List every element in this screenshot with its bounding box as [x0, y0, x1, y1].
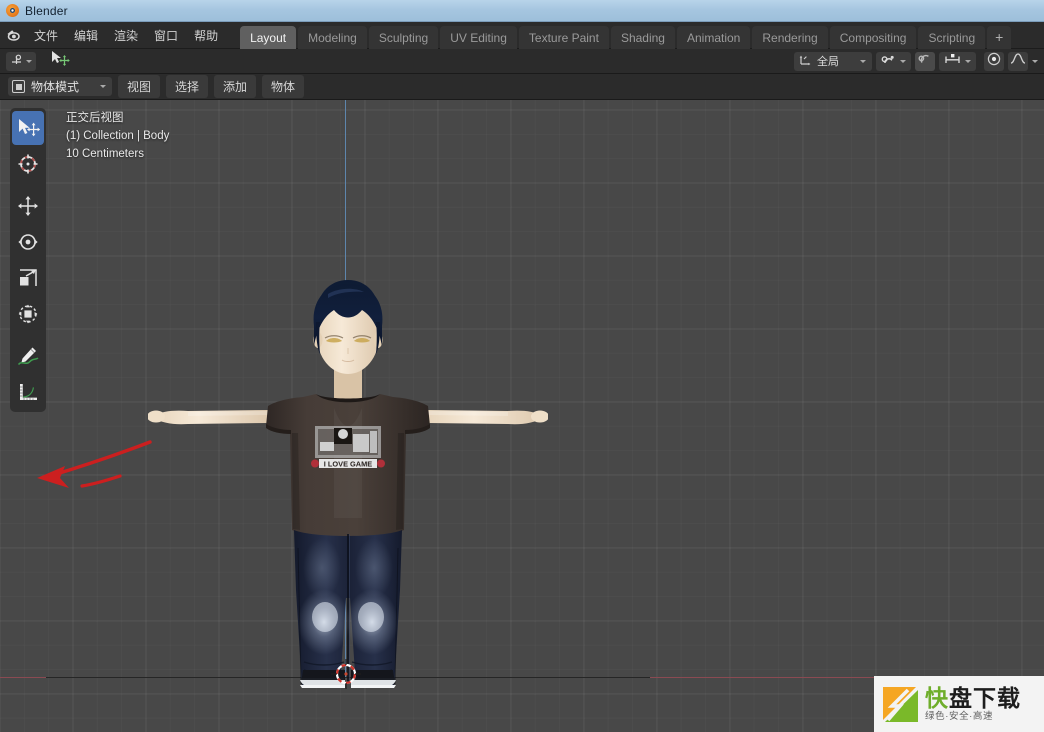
view-name-label: 正交后视图 — [66, 112, 124, 124]
orientation-axes-icon — [799, 53, 812, 69]
blender-logo-icon — [6, 4, 19, 17]
chevron-down-icon — [1032, 59, 1038, 63]
transform-orientation-dropdown[interactable]: 全局 — [794, 51, 872, 71]
measure-ruler-icon — [16, 381, 40, 403]
chevron-down-icon — [965, 59, 971, 63]
watermark-text: 快盘下载 绿色·安全·高速 — [925, 684, 1021, 723]
watermark-subtitle: 绿色·安全·高速 — [925, 710, 994, 722]
proportional-falloff-icon — [1010, 52, 1026, 70]
move-arrows-icon — [17, 195, 39, 217]
tab-modeling[interactable]: Modeling — [298, 25, 367, 51]
tool-tweak-select[interactable] — [12, 111, 44, 145]
vp-menu-view[interactable]: 视图 — [118, 75, 161, 98]
transform-orientation-value: 全局 — [817, 56, 839, 68]
viewport-header: 物体模式 视图 选择 添加 物体 — [0, 74, 1044, 100]
menu-help[interactable]: 帮助 — [186, 23, 226, 48]
tab-shading[interactable]: Shading — [610, 25, 675, 51]
annotate-pencil-icon — [16, 345, 40, 367]
snap-dropdown[interactable] — [876, 51, 911, 71]
blender-icon[interactable] — [0, 22, 26, 49]
os-title-bar: Blender — [0, 0, 1044, 22]
snap-toggle-button[interactable] — [915, 51, 935, 71]
blender-window: Blender 文件 编辑 渲染 窗口 帮助 Layout Modeling S… — [0, 0, 1044, 732]
rotate-icon — [17, 231, 39, 253]
tab-compositing[interactable]: Compositing — [829, 25, 917, 51]
watermark: 快盘下载 绿色·安全·高速 — [874, 676, 1044, 732]
cursor-select-move-icon — [16, 118, 40, 138]
chevron-down-icon — [26, 59, 32, 63]
watermark-title-first: 快 — [925, 684, 949, 711]
transform-icon — [17, 303, 39, 325]
menu-window[interactable]: 窗口 — [146, 23, 186, 48]
tool-move[interactable] — [12, 189, 44, 223]
tool-rotate[interactable] — [12, 225, 44, 259]
watermark-title: 快盘下载 — [925, 684, 1021, 711]
snap-increment-dropdown[interactable] — [939, 51, 976, 71]
vp-menu-object[interactable]: 物体 — [262, 75, 305, 98]
menu-render[interactable]: 渲染 — [106, 23, 146, 48]
tool-measure[interactable] — [12, 375, 44, 409]
proportional-falloff-dropdown[interactable] — [1008, 51, 1028, 71]
menu-file[interactable]: 文件 — [26, 23, 66, 48]
proportional-editing-toggle[interactable] — [984, 51, 1004, 71]
window-title: Blender — [25, 3, 68, 18]
kuaipan-logo-icon — [878, 682, 922, 726]
tab-scripting[interactable]: Scripting — [918, 25, 986, 51]
snap-increment-icon — [944, 53, 961, 69]
object-mode-icon — [12, 80, 25, 93]
vp-menu-add[interactable]: 添加 — [214, 75, 257, 98]
tool-cursor[interactable] — [12, 147, 44, 181]
tool-transform[interactable] — [12, 297, 44, 331]
tool-settings-row: 全局 — [0, 49, 1044, 74]
interaction-mode-value: 物体模式 — [31, 80, 80, 94]
tab-sculpting[interactable]: Sculpting — [368, 25, 439, 51]
3d-cursor-crosshair-icon — [331, 659, 361, 689]
tool-scale[interactable] — [12, 261, 44, 295]
tab-animation[interactable]: Animation — [676, 25, 751, 51]
snap-target-icon — [918, 52, 932, 70]
workspace-tabs: Layout Modeling Sculpting UV Editing Tex… — [240, 22, 1013, 51]
chevron-down-icon — [860, 59, 866, 63]
viewport-toolbar — [10, 108, 46, 412]
chevron-down-icon — [900, 59, 906, 63]
grid-scale-label: 10 Centimeters — [66, 148, 144, 160]
viewport-info-overlay: 正交后视图 (1) Collection | Body 10 Centimete… — [66, 109, 169, 163]
vp-menu-select[interactable]: 选择 — [166, 75, 209, 98]
shirt-graphic-print: I LOVE GAME — [311, 426, 385, 468]
menu-edit[interactable]: 编辑 — [66, 23, 106, 48]
proportional-editing-icon — [987, 52, 1001, 71]
collection-label: (1) Collection | Body — [66, 130, 170, 142]
watermark-title-rest: 盘下载 — [949, 684, 1021, 711]
tab-add-workspace[interactable]: + — [987, 25, 1012, 51]
character-model[interactable]: I LOVE GAME — [148, 218, 548, 688]
editor-type-icon — [10, 53, 23, 69]
tab-layout[interactable]: Layout — [240, 25, 297, 51]
proportional-edit-group — [984, 51, 1038, 71]
tab-texture-paint[interactable]: Texture Paint — [518, 25, 609, 51]
transform-settings-group: 全局 — [794, 51, 976, 71]
shirt-print-text: I LOVE GAME — [324, 459, 373, 468]
3d-viewport[interactable]: 正交后视图 (1) Collection | Body 10 Centimete… — [0, 100, 1044, 732]
snap-magnet-icon — [881, 53, 896, 69]
axis-line-x-left — [0, 677, 46, 679]
tab-rendering[interactable]: Rendering — [752, 25, 828, 51]
3d-cursor-icon — [17, 153, 39, 175]
cursor-move-gizmo-icon[interactable] — [50, 50, 70, 72]
editor-type-selector[interactable] — [6, 51, 36, 71]
chevron-down-icon — [100, 85, 106, 88]
tab-uv-editing[interactable]: UV Editing — [440, 25, 517, 51]
interaction-mode-dropdown[interactable]: 物体模式 — [8, 77, 112, 96]
scale-icon — [17, 267, 39, 289]
tool-annotate[interactable] — [12, 339, 44, 373]
top-bar: 文件 编辑 渲染 窗口 帮助 Layout Modeling Sculpting… — [0, 22, 1044, 51]
